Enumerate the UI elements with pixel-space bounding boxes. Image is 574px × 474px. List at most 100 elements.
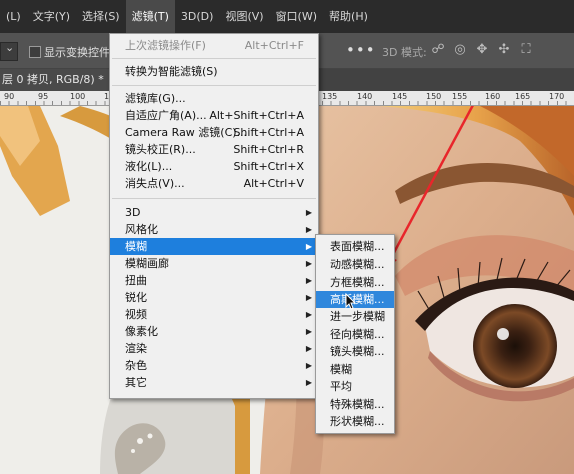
menu-item-label: 进一步模糊 — [330, 310, 385, 323]
menu-layer[interactable]: (L) — [0, 0, 27, 33]
ruler-tick: 160 — [485, 92, 501, 101]
menu-item-blur-gallery[interactable]: 模糊画廊 ▶ — [110, 255, 318, 272]
menu-item-label: 形状模糊... — [330, 415, 385, 428]
menu-item-label: 锐化 — [125, 291, 147, 304]
menu-item-label: 径向模糊... — [330, 328, 385, 341]
ruler-tick: 155 — [452, 92, 468, 101]
pan-3d-icon[interactable]: ✥ — [474, 42, 490, 58]
menu-view[interactable]: 视图(V) — [219, 0, 269, 33]
menu-item-camera-raw[interactable]: Camera Raw 滤镜(C)... Shift+Ctrl+A — [110, 124, 318, 141]
menu-item-label: 镜头校正(R)... — [125, 143, 196, 156]
menu-separator — [112, 85, 316, 86]
submenu-item-motion-blur[interactable]: 动感模糊... — [316, 256, 394, 273]
submenu-arrow-icon: ▶ — [305, 327, 312, 336]
menu-item-filter-gallery[interactable]: 滤镜库(G)... — [110, 90, 318, 107]
show-transform-checkbox[interactable] — [29, 46, 41, 58]
menu-item-distort[interactable]: 扭曲 ▶ — [110, 272, 318, 289]
document-tab[interactable]: 层 0 拷贝, RGB/8) *× — [0, 69, 127, 91]
menu-3d[interactable]: 3D(D) — [175, 0, 220, 33]
menu-item-label: 平均 — [330, 380, 352, 393]
filter-dropdown-menu: 上次滤镜操作(F) Alt+Ctrl+F 转换为智能滤镜(S) 滤镜库(G)..… — [109, 33, 319, 399]
menu-item-shortcut: Shift+Ctrl+R — [233, 143, 304, 156]
submenu-arrow-icon: ▶ — [305, 225, 312, 234]
menu-item-label: 3D — [125, 206, 141, 219]
tool-preset-dropdown[interactable] — [0, 41, 18, 61]
menu-item-label: 风格化 — [125, 223, 158, 236]
menu-item-last-filter[interactable]: 上次滤镜操作(F) Alt+Ctrl+F — [110, 37, 318, 54]
menu-filter[interactable]: 滤镜(T) — [125, 0, 175, 33]
menu-item-label: 扭曲 — [125, 274, 147, 287]
ruler-tick: 100 — [70, 92, 86, 101]
menu-item-label: 自适应广角(A)... — [125, 109, 207, 122]
menu-item-video[interactable]: 视频 ▶ — [110, 306, 318, 323]
menu-item-label: 转换为智能滤镜(S) — [125, 65, 218, 78]
ruler-tick: 90 — [4, 92, 15, 101]
menu-item-label: 方框模糊... — [330, 276, 385, 289]
ruler-tick: 135 — [322, 92, 338, 101]
mouse-cursor-icon — [345, 293, 357, 310]
submenu-item-average[interactable]: 平均 — [316, 378, 394, 395]
menu-item-3d[interactable]: 3D ▶ — [110, 204, 318, 221]
menu-item-label: 模糊 — [330, 363, 352, 376]
submenu-arrow-icon: ▶ — [305, 276, 312, 285]
roll-3d-icon[interactable]: ◎ — [452, 42, 468, 58]
more-options-button[interactable]: ••• — [346, 41, 376, 59]
menu-item-label: 镜头模糊... — [330, 345, 385, 358]
menu-item-label: Camera Raw 滤镜(C)... — [125, 126, 248, 139]
menu-item-label: 消失点(V)... — [125, 177, 185, 190]
menu-bar: (L) 文字(Y) 选择(S) 滤镜(T) 3D(D) 视图(V) 窗口(W) … — [0, 0, 574, 33]
submenu-item-lens-blur[interactable]: 镜头模糊... — [316, 343, 394, 360]
menu-select[interactable]: 选择(S) — [76, 0, 126, 33]
menu-item-liquify[interactable]: 液化(L)... Shift+Ctrl+X — [110, 158, 318, 175]
show-transform-label: 显示变换控件 — [44, 46, 110, 59]
menu-item-label: 像素化 — [125, 325, 158, 338]
menu-item-adaptive-wide-angle[interactable]: 自适应广角(A)... Alt+Shift+Ctrl+A — [110, 107, 318, 124]
slide-3d-icon[interactable]: ✣ — [496, 42, 512, 58]
menu-item-label: 其它 — [125, 376, 147, 389]
submenu-item-blur[interactable]: 模糊 — [316, 361, 394, 378]
submenu-arrow-icon: ▶ — [305, 293, 312, 302]
menu-item-shortcut: Shift+Ctrl+A — [233, 126, 304, 139]
menu-item-shortcut: Shift+Ctrl+X — [233, 160, 304, 173]
submenu-arrow-icon: ▶ — [305, 259, 312, 268]
submenu-arrow-icon: ▶ — [305, 242, 312, 251]
submenu-arrow-icon: ▶ — [305, 310, 312, 319]
menu-item-vanishing-point[interactable]: 消失点(V)... Alt+Ctrl+V — [110, 175, 318, 192]
menu-item-shortcut: Alt+Shift+Ctrl+A — [209, 109, 304, 122]
ruler-tick: 95 — [38, 92, 49, 101]
submenu-item-box-blur[interactable]: 方框模糊... — [316, 274, 394, 291]
menu-item-label: 表面模糊... — [330, 240, 385, 253]
menu-item-noise[interactable]: 杂色 ▶ — [110, 357, 318, 374]
submenu-arrow-icon: ▶ — [305, 378, 312, 387]
menu-item-label: 视频 — [125, 308, 147, 321]
ruler-tick: 150 — [426, 92, 442, 101]
menu-item-sharpen[interactable]: 锐化 ▶ — [110, 289, 318, 306]
menu-item-convert-smart-filter[interactable]: 转换为智能滤镜(S) — [110, 63, 318, 80]
ruler-tick: 145 — [392, 92, 408, 101]
orbit-3d-icon[interactable]: ☍ — [430, 42, 446, 58]
submenu-item-surface-blur[interactable]: 表面模糊... — [316, 238, 394, 255]
menu-item-shortcut: Alt+Ctrl+F — [244, 39, 304, 52]
document-tab-title: 层 0 拷贝, RGB/8) * — [2, 73, 104, 86]
menu-item-render[interactable]: 渲染 ▶ — [110, 340, 318, 357]
menu-item-label: 滤镜库(G)... — [125, 92, 186, 105]
menu-item-pixelate[interactable]: 像素化 ▶ — [110, 323, 318, 340]
menu-item-stylize[interactable]: 风格化 ▶ — [110, 221, 318, 238]
menu-type[interactable]: 文字(Y) — [27, 0, 76, 33]
submenu-item-radial-blur[interactable]: 径向模糊... — [316, 326, 394, 343]
scale-3d-icon[interactable]: ⛶ — [518, 42, 534, 58]
submenu-arrow-icon: ▶ — [305, 208, 312, 217]
menu-item-label: 杂色 — [125, 359, 147, 372]
menu-item-lens-correction[interactable]: 镜头校正(R)... Shift+Ctrl+R — [110, 141, 318, 158]
submenu-arrow-icon: ▶ — [305, 344, 312, 353]
blur-submenu: 表面模糊... 动感模糊... 方框模糊... 高斯模糊... 进一步模糊 径向… — [315, 234, 395, 434]
menu-window[interactable]: 窗口(W) — [270, 0, 323, 33]
submenu-item-smart-blur[interactable]: 特殊模糊... — [316, 396, 394, 413]
menu-help[interactable]: 帮助(H) — [323, 0, 374, 33]
submenu-item-shape-blur[interactable]: 形状模糊... — [316, 413, 394, 430]
menu-separator — [112, 58, 316, 59]
menu-item-blur[interactable]: 模糊 ▶ — [110, 238, 318, 255]
menu-item-label: 模糊画廊 — [125, 257, 169, 270]
menu-item-other[interactable]: 其它 ▶ — [110, 374, 318, 391]
menu-item-label: 特殊模糊... — [330, 398, 385, 411]
